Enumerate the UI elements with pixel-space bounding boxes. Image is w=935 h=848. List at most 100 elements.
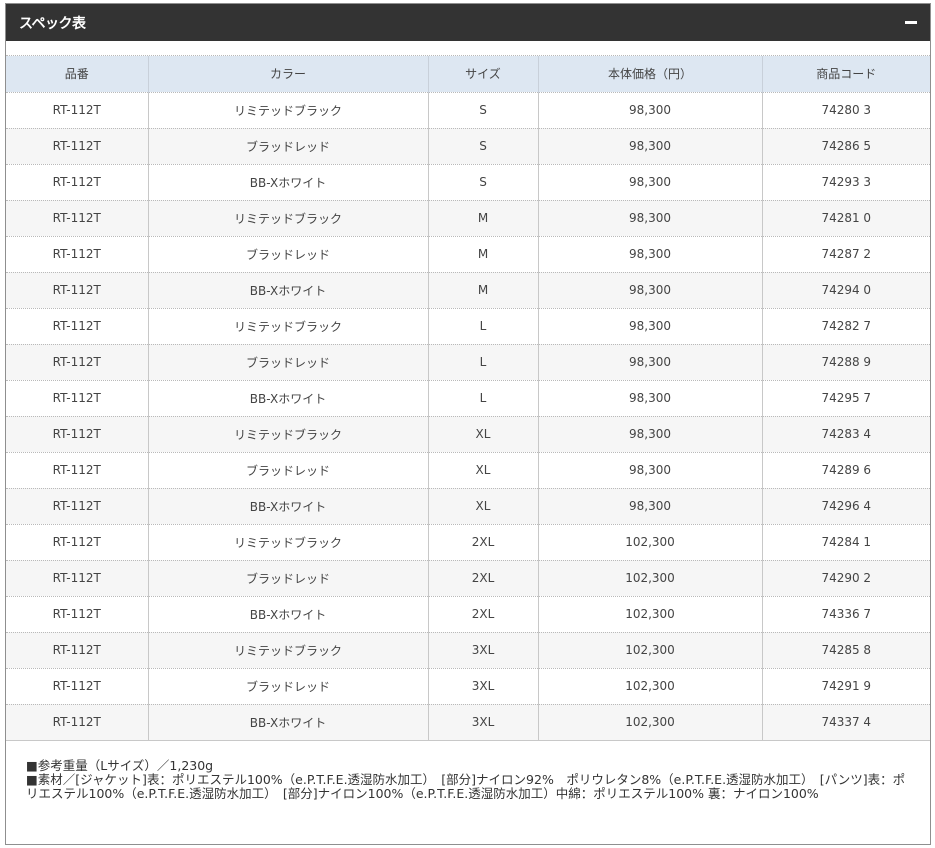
cell-product-code: 74337 4 (762, 704, 930, 741)
cell-product-code: 74288 9 (762, 344, 930, 381)
cell-color: BB-Xホワイト (148, 596, 429, 633)
cell-size: 2XL (428, 560, 539, 597)
cell-color: ブラッドレッド (148, 236, 429, 273)
cell-product-code: 74291 9 (762, 668, 930, 705)
table-row: RT-112T ブラッドレッド XL 98,300 74289 6 (6, 452, 930, 489)
cell-part-number: RT-112T (6, 452, 149, 489)
cell-price: 98,300 (538, 488, 763, 525)
cell-color: リミテッドブラック (148, 524, 429, 561)
cell-product-code: 74336 7 (762, 596, 930, 633)
cell-price: 98,300 (538, 200, 763, 237)
cell-part-number: RT-112T (6, 308, 149, 345)
cell-part-number: RT-112T (6, 668, 149, 705)
column-header-price: 本体価格（円） (538, 56, 763, 93)
cell-size: S (428, 164, 539, 201)
column-header-size: サイズ (428, 56, 539, 93)
cell-size: 2XL (428, 596, 539, 633)
cell-product-code: 74280 3 (762, 92, 930, 129)
table-row: RT-112T リミテッドブラック 2XL 102,300 74284 1 (6, 524, 930, 561)
minus-icon[interactable] (904, 16, 918, 30)
table-row: RT-112T リミテッドブラック 3XL 102,300 74285 8 (6, 632, 930, 669)
table-row: RT-112T BB-Xホワイト XL 98,300 74296 4 (6, 488, 930, 525)
cell-part-number: RT-112T (6, 344, 149, 381)
column-header-part-number: 品番 (6, 56, 149, 93)
panel-header[interactable]: スペック表 (6, 4, 930, 41)
cell-product-code: 74289 6 (762, 452, 930, 489)
cell-part-number: RT-112T (6, 200, 149, 237)
cell-size: 3XL (428, 704, 539, 741)
cell-part-number: RT-112T (6, 380, 149, 417)
cell-part-number: RT-112T (6, 488, 149, 525)
cell-size: 2XL (428, 524, 539, 561)
cell-product-code: 74290 2 (762, 560, 930, 597)
cell-size: XL (428, 416, 539, 453)
cell-product-code: 74285 8 (762, 632, 930, 669)
cell-price: 102,300 (538, 704, 763, 741)
spec-panel: スペック表 品番 カラー サイズ 本体価格（円） 商品コード RT-112T リミ… (5, 3, 931, 845)
cell-part-number: RT-112T (6, 596, 149, 633)
cell-price: 98,300 (538, 344, 763, 381)
cell-product-code: 74294 0 (762, 272, 930, 309)
spec-table: 品番 カラー サイズ 本体価格（円） 商品コード RT-112T リミテッドブラッ… (6, 56, 930, 741)
table-row: RT-112T ブラッドレッド L 98,300 74288 9 (6, 344, 930, 381)
cell-color: リミテッドブラック (148, 416, 429, 453)
cell-product-code: 74284 1 (762, 524, 930, 561)
table-row: RT-112T BB-Xホワイト L 98,300 74295 7 (6, 380, 930, 417)
cell-size: M (428, 236, 539, 273)
cell-size: 3XL (428, 632, 539, 669)
cell-product-code: 74287 2 (762, 236, 930, 273)
cell-color: BB-Xホワイト (148, 164, 429, 201)
cell-color: ブラッドレッド (148, 560, 429, 597)
table-row: RT-112T リミテッドブラック M 98,300 74281 0 (6, 200, 930, 237)
cell-color: ブラッドレッド (148, 668, 429, 705)
table-row: RT-112T ブラッドレッド M 98,300 74287 2 (6, 236, 930, 273)
cell-color: BB-Xホワイト (148, 704, 429, 741)
cell-part-number: RT-112T (6, 236, 149, 273)
cell-price: 98,300 (538, 452, 763, 489)
cell-size: M (428, 272, 539, 309)
cell-color: ブラッドレッド (148, 128, 429, 165)
cell-product-code: 74293 3 (762, 164, 930, 201)
panel-title: スペック表 (19, 15, 86, 32)
cell-size: L (428, 308, 539, 345)
cell-price: 98,300 (538, 416, 763, 453)
cell-part-number: RT-112T (6, 704, 149, 741)
table-row: RT-112T ブラッドレッド 3XL 102,300 74291 9 (6, 668, 930, 705)
note-material: ■素材／[ジャケット]表：ポリエステル100%（e.P.T.F.E.透湿防水加工… (26, 772, 906, 801)
cell-price: 102,300 (538, 668, 763, 705)
cell-price: 102,300 (538, 632, 763, 669)
table-row: RT-112T BB-Xホワイト 3XL 102,300 74337 4 (6, 704, 930, 741)
cell-price: 98,300 (538, 308, 763, 345)
table-row: RT-112T リミテッドブラック L 98,300 74282 7 (6, 308, 930, 345)
cell-color: ブラッドレッド (148, 344, 429, 381)
spec-table-wrapper: 品番 カラー サイズ 本体価格（円） 商品コード RT-112T リミテッドブラッ… (6, 55, 930, 741)
table-row: RT-112T BB-Xホワイト S 98,300 74293 3 (6, 164, 930, 201)
cell-product-code: 74282 7 (762, 308, 930, 345)
table-row: RT-112T リミテッドブラック S 98,300 74280 3 (6, 92, 930, 129)
cell-size: S (428, 128, 539, 165)
spec-notes: ■参考重量（Lサイズ）／1,230g ■素材／[ジャケット]表：ポリエステル10… (26, 759, 906, 801)
cell-price: 98,300 (538, 128, 763, 165)
cell-price: 102,300 (538, 596, 763, 633)
cell-part-number: RT-112T (6, 272, 149, 309)
cell-size: M (428, 200, 539, 237)
cell-size: XL (428, 488, 539, 525)
cell-size: L (428, 380, 539, 417)
cell-size: XL (428, 452, 539, 489)
table-row: RT-112T BB-Xホワイト M 98,300 74294 0 (6, 272, 930, 309)
cell-color: BB-Xホワイト (148, 272, 429, 309)
cell-price: 102,300 (538, 524, 763, 561)
table-row: RT-112T ブラッドレッド S 98,300 74286 5 (6, 128, 930, 165)
table-row: RT-112T リミテッドブラック XL 98,300 74283 4 (6, 416, 930, 453)
cell-price: 98,300 (538, 272, 763, 309)
table-row: RT-112T BB-Xホワイト 2XL 102,300 74336 7 (6, 596, 930, 633)
cell-size: 3XL (428, 668, 539, 705)
cell-product-code: 74295 7 (762, 380, 930, 417)
cell-product-code: 74283 4 (762, 416, 930, 453)
cell-product-code: 74286 5 (762, 128, 930, 165)
cell-part-number: RT-112T (6, 632, 149, 669)
cell-color: リミテッドブラック (148, 632, 429, 669)
cell-price: 98,300 (538, 92, 763, 129)
cell-color: BB-Xホワイト (148, 380, 429, 417)
table-header-row: 品番 カラー サイズ 本体価格（円） 商品コード (6, 56, 930, 93)
